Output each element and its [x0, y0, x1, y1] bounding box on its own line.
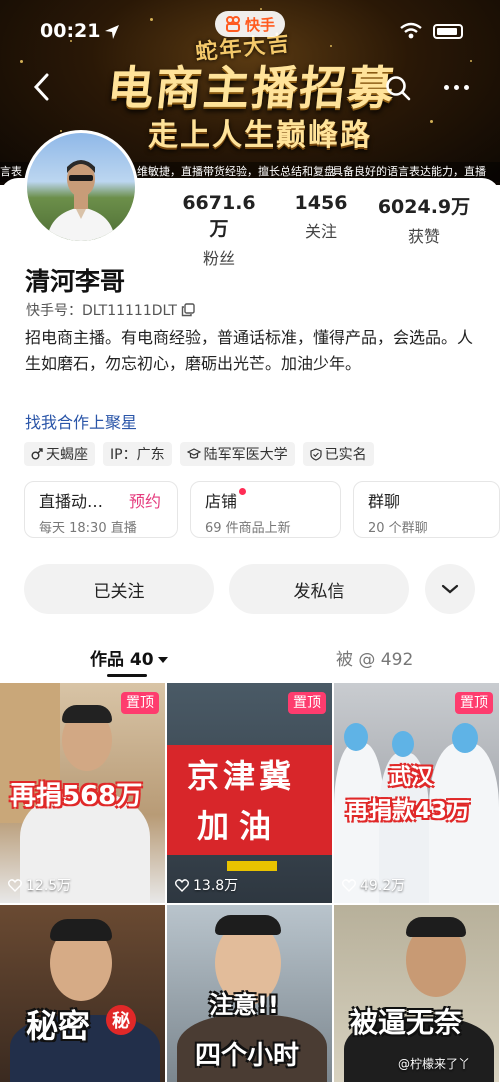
live-card-sub: 每天 18:30 直播 — [39, 521, 137, 536]
secret-badge: 秘 — [106, 1005, 136, 1035]
tab-works[interactable]: 作品 40 — [90, 645, 168, 670]
tag-ip: IP：广东 — [103, 442, 172, 466]
group-card-sub: 20 个群聊 — [368, 521, 428, 536]
kuaishou-logo-icon — [225, 16, 240, 32]
profile-name: 清河李哥 — [25, 267, 126, 296]
video-caption: 被逼无奈 — [350, 1006, 463, 1039]
kuaishou-id-text: 快手号：DLT11111DLT — [26, 303, 177, 319]
video-caption: 注意!! — [209, 985, 279, 1020]
tab-mentioned[interactable]: 被 @ 492 — [336, 645, 413, 670]
status-time: 00:21 — [40, 20, 101, 42]
app-badge[interactable]: 快手 — [215, 11, 285, 37]
heart-icon — [175, 878, 189, 892]
video-caption: 秘密 — [26, 1007, 91, 1045]
avatar-person-image — [47, 160, 115, 241]
hair — [50, 919, 112, 941]
stat-likes[interactable]: 6024.9万 获赞 — [376, 192, 472, 247]
following-count: 1456 — [294, 192, 348, 214]
video-thumbnail[interactable]: 京津冀 加油 置顶 13.8万 — [167, 683, 332, 903]
shop-card-sub: 69 件商品上新 — [205, 521, 291, 536]
tag-text: 天蝎座 — [46, 447, 88, 463]
likes-count: 49.2万 — [360, 878, 406, 894]
more-options-icon[interactable] — [444, 80, 474, 94]
heart-icon — [342, 878, 356, 892]
shop-card-title: 店铺 — [205, 488, 326, 512]
video-caption-2: 四个小时 — [195, 1041, 300, 1071]
group-chat-card[interactable]: 群聊 20 个群聊 — [353, 481, 500, 538]
tag-verified: 已实名 — [302, 442, 374, 466]
shop-title-text: 店铺 — [205, 492, 238, 511]
live-schedule-card[interactable]: 直播动… 每天 18:30 直播 预约 — [24, 481, 178, 538]
avatar[interactable] — [24, 130, 138, 244]
hair — [406, 917, 466, 937]
app-badge-label: 快手 — [244, 15, 275, 34]
caption-text: 注意!! — [209, 991, 279, 1019]
video-caption: 再捐568万 — [10, 781, 143, 811]
verified-icon — [309, 447, 322, 461]
plate-image — [227, 861, 277, 871]
pinned-badge: 置顶 — [288, 692, 326, 714]
school-icon — [186, 448, 201, 459]
pinned-badge: 置顶 — [121, 692, 159, 714]
tab-indicator — [107, 674, 147, 677]
hair — [215, 915, 281, 935]
video-thumbnail[interactable]: 再捐568万 置顶 12.5万 — [0, 683, 165, 903]
profile-tags: 天蝎座 IP：广东 陆军军医大学 已实名 — [24, 442, 374, 466]
location-arrow-icon — [105, 25, 119, 39]
video-likes: 49.2万 — [342, 875, 405, 895]
chevron-down-icon — [441, 584, 459, 594]
video-likes: 12.5万 — [8, 875, 71, 895]
hair — [62, 705, 112, 723]
video-thumbnail[interactable]: 武汉 再捐款43万 置顶 49.2万 — [334, 683, 499, 903]
followers-label: 粉丝 — [202, 249, 235, 268]
tag-school[interactable]: 陆军军医大学 — [179, 442, 295, 466]
watermark: @柠檬来了丫 — [398, 1057, 471, 1071]
video-thumbnail[interactable]: 注意!! 四个小时 — [167, 905, 332, 1082]
video-caption: 武汉 — [389, 765, 434, 790]
likes-label: 获赞 — [407, 227, 440, 246]
tag-text: IP：广东 — [110, 447, 165, 463]
profile-bio: 招电商主播。有电商经验，普通话标准，懂得产品，会选品。人生如磨石，勿忘初心，磨砺… — [25, 328, 474, 373]
likes-count: 12.5万 — [26, 878, 72, 894]
person-head — [344, 723, 368, 751]
tag-constellation: 天蝎座 — [24, 442, 95, 466]
banner-title: 电商主播招募 — [104, 61, 399, 115]
expand-button[interactable] — [425, 564, 475, 614]
banner-subtitle: 走上人生巅峰路 — [148, 118, 372, 153]
battery-icon — [433, 24, 463, 39]
person-head — [392, 731, 414, 757]
heart-icon — [8, 878, 22, 892]
male-icon — [31, 448, 43, 460]
group-card-title: 群聊 — [368, 492, 401, 511]
shop-card[interactable]: 店铺 69 件商品上新 — [190, 481, 341, 538]
copy-icon[interactable] — [181, 303, 195, 317]
caret-down-icon — [157, 657, 168, 663]
stat-following[interactable]: 1456 关注 — [288, 192, 354, 242]
likes-count: 13.8万 — [193, 878, 239, 894]
tag-text: 陆军军医大学 — [203, 447, 288, 463]
video-thumbnail[interactable]: 秘密 秘 — [0, 905, 165, 1082]
likes-count: 6024.9万 — [377, 196, 471, 218]
video-thumbnail[interactable]: 被逼无奈 @柠檬来了丫 — [334, 905, 499, 1082]
followers-count: 6671.6万 — [182, 192, 256, 240]
search-icon[interactable] — [384, 74, 412, 102]
video-caption: 京津冀 — [187, 757, 296, 795]
message-button[interactable]: 发私信 — [229, 564, 409, 614]
person-head — [452, 723, 478, 753]
back-icon[interactable] — [30, 72, 54, 102]
pinned-badge: 置顶 — [455, 692, 493, 714]
juxing-link[interactable]: 找我合作上聚星 — [25, 409, 137, 433]
tab-works-label: 作品 40 — [90, 650, 154, 670]
video-caption-2: 再捐款43万 — [346, 798, 471, 824]
followed-button[interactable]: 已关注 — [24, 564, 214, 614]
kuaishou-id: 快手号：DLT11111DLT — [26, 300, 195, 320]
wifi-icon — [400, 22, 422, 39]
stat-followers[interactable]: 6671.6万 粉丝 — [174, 192, 264, 269]
video-likes: 13.8万 — [175, 875, 238, 895]
tag-text: 已实名 — [324, 447, 367, 463]
following-label: 关注 — [304, 222, 337, 241]
new-dot — [239, 488, 247, 495]
video-caption-2: 加油 — [197, 807, 282, 845]
reserve-button[interactable]: 预约 — [129, 488, 161, 512]
